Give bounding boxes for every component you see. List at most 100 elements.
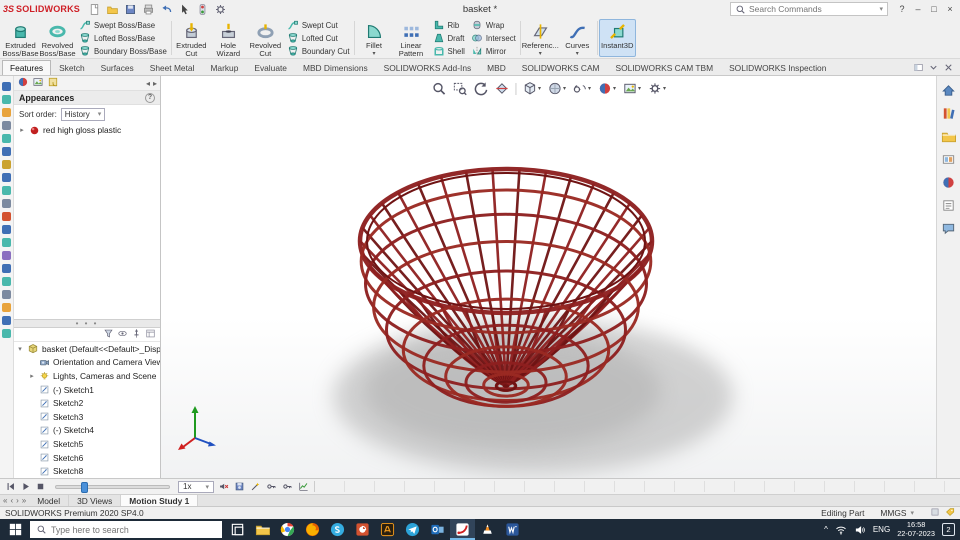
sort-order-select[interactable]: History ▾	[60, 107, 106, 121]
swept-boss-base-button[interactable]: Swept Boss/Base	[79, 19, 167, 31]
referenc-button[interactable]: Referenc... ▾	[522, 19, 559, 57]
boundary-boss-base-button[interactable]: Boundary Boss/Base	[79, 45, 167, 57]
taskbar-app-illustrator[interactable]	[375, 519, 400, 540]
start-button[interactable]	[0, 519, 30, 540]
tree-item-sketch5[interactable]: Sketch5	[14, 437, 160, 451]
jump-start-button[interactable]	[3, 480, 17, 493]
tab-features[interactable]: Features	[2, 60, 52, 75]
task-pane-custom-properties-button[interactable]	[940, 197, 958, 214]
close-button[interactable]: ×	[942, 1, 958, 17]
tree-display-pane-button[interactable]	[145, 328, 156, 341]
tab-solidworks-add-ins[interactable]: SOLIDWORKS Add-Ins	[376, 60, 480, 75]
side-tool-icon[interactable]	[2, 316, 11, 325]
pane-collapse-ribbon-button[interactable]	[928, 62, 939, 75]
taskbar-app-task-view[interactable]	[225, 519, 250, 540]
command-search[interactable]: ▾	[730, 2, 888, 16]
taskbar-app-firefox[interactable]	[300, 519, 325, 540]
graph-button[interactable]	[297, 480, 311, 493]
options-button[interactable]	[212, 2, 229, 17]
new-document-button[interactable]	[86, 2, 103, 17]
animation-wizard-button[interactable]	[249, 480, 263, 493]
side-tool-icon[interactable]	[2, 225, 11, 234]
tab-scroll-1[interactable]: ‹	[10, 496, 13, 505]
doc-tab-model[interactable]: Model	[29, 495, 70, 506]
tab-mbd-dimensions[interactable]: MBD Dimensions	[295, 60, 376, 75]
linear-pattern-button[interactable]: Linear Pattern▾	[393, 19, 430, 65]
swept-cut-button[interactable]: Swept Cut	[287, 19, 350, 31]
fillet-button[interactable]: Fillet ▾	[356, 19, 393, 57]
undo-button[interactable]	[158, 2, 175, 17]
side-tool-icon[interactable]	[2, 199, 11, 208]
edit-appearance-button[interactable]: ▾	[595, 80, 618, 97]
hide-show-items-button[interactable]: ▾	[570, 80, 593, 97]
revolved-boss-base-button[interactable]: Revolved Boss/Base	[39, 19, 76, 58]
wifi-icon[interactable]	[835, 524, 847, 536]
select-button[interactable]	[176, 2, 193, 17]
side-tool-icon[interactable]	[2, 251, 11, 260]
pane-dock-pane-button[interactable]	[913, 62, 924, 75]
save-animation-button[interactable]	[233, 480, 247, 493]
print-button[interactable]	[140, 2, 157, 17]
side-tool-icon[interactable]	[2, 290, 11, 299]
intersect-button[interactable]: Intersect	[471, 32, 516, 44]
tree-pin-button[interactable]	[131, 328, 142, 341]
tab-solidworks-cam[interactable]: SOLIDWORKS CAM	[514, 60, 608, 75]
speaker-icon[interactable]	[854, 524, 866, 536]
rebuild-button[interactable]	[194, 2, 211, 17]
show-hidden-icons-chevron[interactable]: ^	[824, 525, 828, 534]
rib-button[interactable]: Rib	[433, 19, 465, 31]
instant3d-button[interactable]: Instant3D	[598, 19, 636, 57]
help-button[interactable]: ?	[894, 1, 910, 17]
task-pane-file-explorer-button[interactable]	[940, 128, 958, 145]
task-pane-home-button[interactable]	[940, 82, 958, 99]
tree-item-sketch4[interactable]: (-) Sketch4	[14, 424, 160, 438]
doc-tab-motion-study-1[interactable]: Motion Study 1	[121, 495, 199, 506]
side-tool-icon[interactable]	[2, 108, 11, 117]
zoom-fit-button[interactable]	[429, 80, 448, 97]
sound-off-button[interactable]	[217, 480, 231, 493]
side-tool-icon[interactable]	[2, 95, 11, 104]
taskbar-app-file-explorer[interactable]	[250, 519, 275, 540]
curves-button[interactable]: Curves ▾	[559, 19, 596, 57]
task-pane-appearances-scenes-button[interactable]	[940, 174, 958, 191]
taskbar-app-chrome[interactable]	[275, 519, 300, 540]
notification-badge[interactable]: 2	[942, 523, 955, 536]
tree-item-lights-cameras-and-scene[interactable]: ▸ Lights, Cameras and Scene	[14, 369, 160, 383]
maximize-button[interactable]: □	[926, 1, 942, 17]
tab-sketch[interactable]: Sketch	[51, 60, 93, 75]
tree-item-sketch6[interactable]: Sketch6	[14, 451, 160, 465]
tab-evaluate[interactable]: Evaluate	[246, 60, 295, 75]
taskbar-search[interactable]	[30, 521, 222, 538]
clock[interactable]: 16:58 22-07-2023	[897, 520, 935, 538]
tag-icon[interactable]	[945, 507, 955, 519]
appearance-item[interactable]: ▸ red high gloss plastic	[14, 123, 160, 137]
tab-surfaces[interactable]: Surfaces	[93, 60, 142, 75]
model-basket[interactable]	[161, 76, 936, 478]
tree-item-sketch3[interactable]: Sketch3	[14, 410, 160, 424]
open-button[interactable]	[104, 2, 121, 17]
side-tool-icon[interactable]	[2, 264, 11, 273]
shell-button[interactable]: Shell	[433, 45, 465, 57]
panel-tab-decal[interactable]	[47, 76, 59, 90]
panel-tab-scene[interactable]	[32, 76, 44, 90]
tree-eye-button[interactable]	[117, 328, 128, 341]
side-tool-icon[interactable]	[2, 212, 11, 221]
extruded-cut-button[interactable]: Extruded Cut▾	[173, 19, 210, 65]
lofted-boss-base-button[interactable]: Lofted Boss/Base	[79, 32, 167, 44]
boundary-cut-button[interactable]: Boundary Cut	[287, 45, 350, 57]
display-style-button[interactable]: ▾	[545, 80, 568, 97]
lofted-cut-button[interactable]: Lofted Cut	[287, 32, 350, 44]
previous-view-button[interactable]	[471, 80, 490, 97]
playback-speed-select[interactable]: 1x ▾	[178, 480, 214, 493]
panel-splitter[interactable]: • • •	[14, 319, 160, 329]
zoom-area-button[interactable]	[450, 80, 469, 97]
minimize-button[interactable]: –	[910, 1, 926, 17]
view-settings-button[interactable]: ▾	[645, 80, 668, 97]
taskbar-app-outlook[interactable]	[425, 519, 450, 540]
tree-filter-button[interactable]	[103, 328, 114, 341]
side-tool-icon[interactable]	[2, 277, 11, 286]
tab-markup[interactable]: Markup	[202, 60, 246, 75]
tree-item-sketch1[interactable]: (-) Sketch1	[14, 383, 160, 397]
save-button[interactable]	[122, 2, 139, 17]
tab-scroll-2[interactable]: ›	[16, 496, 19, 505]
